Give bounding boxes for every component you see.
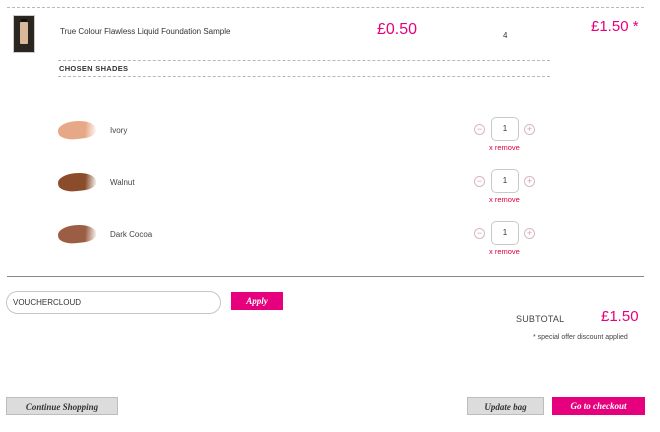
decrease-button[interactable]: − — [474, 228, 485, 239]
shade-swatch-ivory — [57, 119, 97, 141]
shade-name: Dark Cocoa — [110, 230, 153, 239]
increase-button[interactable]: + — [524, 176, 535, 187]
product-quantity: 4 — [503, 31, 508, 40]
shade-swatch-walnut — [57, 171, 97, 193]
decrease-button[interactable]: − — [474, 124, 485, 135]
shade-swatch-dark-cocoa — [57, 223, 97, 245]
line-total: £1.50 * — [591, 18, 639, 35]
unit-price: £0.50 — [377, 21, 418, 38]
chosen-shades-heading: CHOSEN SHADES — [59, 64, 129, 73]
decrease-button[interactable]: − — [474, 176, 485, 187]
shades-divider-bottom — [58, 76, 550, 77]
remove-link[interactable]: x remove — [489, 247, 520, 256]
shade-name: Ivory — [110, 126, 128, 135]
update-bag-button[interactable]: Update bag — [467, 397, 544, 415]
section-divider — [7, 276, 644, 277]
quantity-input[interactable]: 1 — [491, 117, 519, 141]
continue-shopping-button[interactable]: Continue Shopping — [6, 397, 118, 415]
remove-link[interactable]: x remove — [489, 195, 520, 204]
subtotal-label: SUBTOTAL — [516, 314, 565, 324]
apply-button[interactable]: Apply — [231, 292, 283, 310]
shades-divider-top — [58, 60, 550, 61]
voucher-input[interactable] — [6, 291, 221, 314]
remove-link[interactable]: x remove — [489, 143, 520, 152]
product-name: True Colour Flawless Liquid Foundation S… — [60, 27, 231, 36]
increase-button[interactable]: + — [524, 228, 535, 239]
top-divider — [7, 7, 644, 8]
quantity-input[interactable]: 1 — [491, 169, 519, 193]
quantity-input[interactable]: 1 — [491, 221, 519, 245]
shade-name: Walnut — [110, 178, 135, 187]
discount-note: * special offer discount applied — [533, 334, 628, 341]
subtotal-value: £1.50 — [601, 308, 639, 325]
increase-button[interactable]: + — [524, 124, 535, 135]
product-thumbnail — [13, 15, 35, 53]
go-to-checkout-button[interactable]: Go to checkout — [552, 397, 645, 415]
